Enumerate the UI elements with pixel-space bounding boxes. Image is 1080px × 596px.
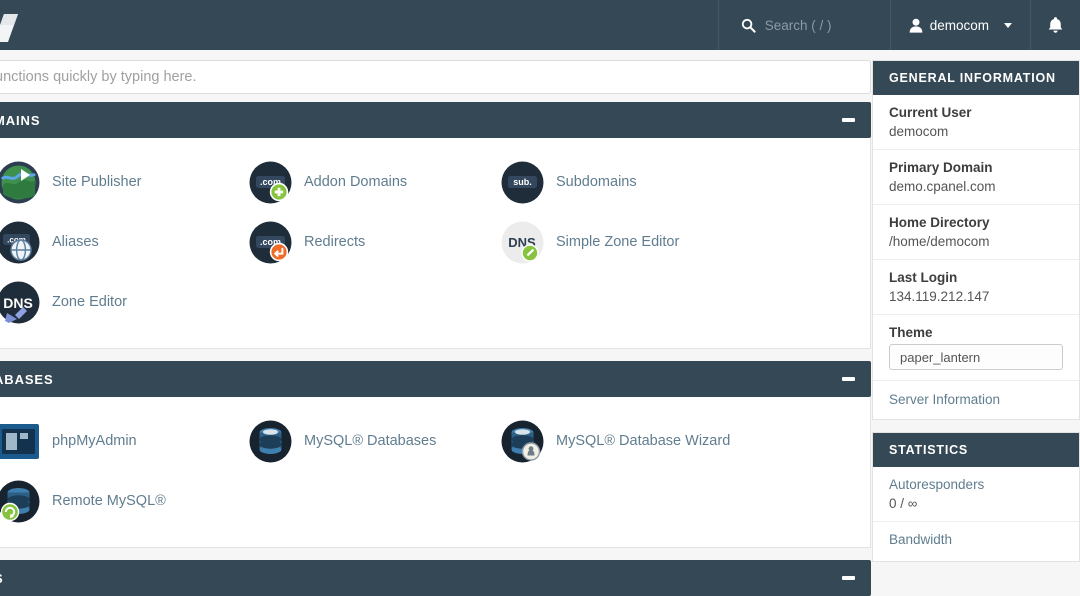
tile-label: MySQL® Database Wizard xyxy=(556,433,731,449)
info-value: demo.cpanel.com xyxy=(889,179,996,194)
section-databases: ABASES phpMyAdmin xyxy=(0,361,872,548)
section-header-databases[interactable]: ABASES xyxy=(0,361,871,397)
section-header-files[interactable]: S xyxy=(0,560,871,596)
info-label: Current User xyxy=(889,105,972,120)
user-icon xyxy=(909,18,923,33)
tile-mysql-databases[interactable]: MySQL® Databases xyxy=(231,411,483,471)
svg-text:DNS: DNS xyxy=(3,295,33,311)
remote-mysql-icon xyxy=(0,480,40,523)
info-row-theme: Theme paper_lantern xyxy=(873,315,1079,381)
nav-search-placeholder: Search ( / ) xyxy=(764,17,832,33)
search-input[interactable]: functions quickly by typing here. xyxy=(0,60,871,94)
theme-label: Theme xyxy=(889,325,933,340)
mysql-wizard-icon xyxy=(501,420,544,463)
section-header-domains[interactable]: MAINS xyxy=(0,102,871,138)
minus-icon[interactable] xyxy=(842,576,855,580)
bell-icon xyxy=(1047,16,1064,34)
stat-label: Autoresponders xyxy=(889,477,985,492)
info-value: 134.119.212.147 xyxy=(889,289,990,304)
stat-label: Bandwidth xyxy=(889,532,953,547)
tile-addon-domains[interactable]: .com Addon Domains xyxy=(231,152,483,212)
notifications-button[interactable] xyxy=(1030,0,1080,50)
site-publisher-icon xyxy=(0,161,40,204)
theme-select-value: paper_lantern xyxy=(900,349,981,365)
section-title-domains: MAINS xyxy=(0,112,41,128)
panel-general-information: GENERAL INFORMATION Current User democom… xyxy=(872,60,1080,420)
redirects-icon: .com xyxy=(249,221,292,264)
info-row-home-directory: Home Directory /home/democom xyxy=(873,205,1079,260)
tile-aliases[interactable]: .com Aliases xyxy=(0,212,231,272)
panel-title-general-information: GENERAL INFORMATION xyxy=(873,61,1079,95)
info-value: /home/democom xyxy=(889,234,990,249)
user-menu-label: democom xyxy=(929,17,989,33)
tile-zone-editor[interactable]: DNS Zone Editor xyxy=(0,272,231,332)
info-label: Primary Domain xyxy=(889,160,993,175)
stat-row-bandwidth[interactable]: Bandwidth xyxy=(873,522,1079,561)
section-title-databases: ABASES xyxy=(0,371,54,387)
tile-label: Redirects xyxy=(304,234,366,250)
tile-label: Site Publisher xyxy=(52,174,142,190)
top-navigation-bar: Search ( / ) democom xyxy=(0,0,1080,50)
server-information-row: Server Information xyxy=(873,381,1079,419)
tile-simple-zone-editor[interactable]: DNS Simple Zone Editor xyxy=(483,212,735,272)
section-title-files: S xyxy=(0,571,4,586)
subdomains-icon: sub. xyxy=(501,161,544,204)
main-content: functions quickly by typing here. MAINS xyxy=(0,50,872,596)
cpanel-logo[interactable] xyxy=(0,0,30,50)
search-input-placeholder: functions quickly by typing here. xyxy=(0,69,197,85)
tile-label: phpMyAdmin xyxy=(52,433,137,449)
info-label: Home Directory xyxy=(889,215,990,230)
tile-label: Simple Zone Editor xyxy=(556,234,680,250)
tile-site-publisher[interactable]: Site Publisher xyxy=(0,152,231,212)
tile-phpmyadmin[interactable]: phpMyAdmin xyxy=(0,411,231,471)
minus-icon[interactable] xyxy=(842,377,855,381)
section-files: S xyxy=(0,560,872,596)
tile-subdomains[interactable]: sub. Subdomains xyxy=(483,152,735,212)
zone-editor-icon: DNS xyxy=(0,281,40,324)
stat-value: 0 / ∞ xyxy=(889,496,918,511)
section-body-domains: Site Publisher .com Addon Domains sub. S… xyxy=(0,138,871,349)
section-domains: MAINS Site Publisher xyxy=(0,102,872,349)
info-row-last-login: Last Login 134.119.212.147 xyxy=(873,260,1079,315)
cpanel-dashboard: Search ( / ) democom functions quickly b… xyxy=(0,0,1080,596)
user-menu[interactable]: democom xyxy=(889,0,1030,50)
chevron-down-icon xyxy=(1004,22,1012,28)
addon-domains-icon: .com xyxy=(249,161,292,204)
search-bar-region: functions quickly by typing here. xyxy=(0,50,872,102)
phpmyadmin-icon xyxy=(0,420,40,463)
panel-statistics: STATISTICS Autoresponders 0 / ∞ Bandwidt… xyxy=(872,432,1080,562)
tile-label: Zone Editor xyxy=(52,294,127,310)
mysql-databases-icon xyxy=(249,420,292,463)
tile-label: Subdomains xyxy=(556,174,637,190)
cpanel-logo-icon xyxy=(0,8,18,42)
sidebar: GENERAL INFORMATION Current User democom… xyxy=(872,50,1080,596)
tile-mysql-database-wizard[interactable]: MySQL® Database Wizard xyxy=(483,411,735,471)
tile-remote-mysql[interactable]: Remote MySQL® xyxy=(0,471,231,531)
stat-row-autoresponders[interactable]: Autoresponders 0 / ∞ xyxy=(873,467,1079,522)
nav-search-button[interactable]: Search ( / ) xyxy=(717,0,890,50)
tile-label: Addon Domains xyxy=(304,174,408,190)
minus-icon[interactable] xyxy=(842,118,855,122)
section-body-databases: phpMyAdmin MySQL® Databases MySQL® Datab… xyxy=(0,397,871,548)
tile-label: MySQL® Databases xyxy=(304,433,437,449)
info-label: Last Login xyxy=(889,270,958,285)
tile-label: Aliases xyxy=(52,234,99,250)
info-row-primary-domain: Primary Domain demo.cpanel.com xyxy=(873,150,1079,205)
server-information-link[interactable]: Server Information xyxy=(889,392,1000,407)
tile-redirects[interactable]: .com Redirects xyxy=(231,212,483,272)
search-icon xyxy=(741,18,756,33)
aliases-icon: .com xyxy=(0,221,40,264)
tile-label: Remote MySQL® xyxy=(52,493,166,509)
simple-zone-editor-icon: DNS xyxy=(501,221,544,264)
info-row-current-user: Current User democom xyxy=(873,95,1079,150)
svg-text:sub.: sub. xyxy=(513,177,532,187)
info-value: democom xyxy=(889,124,949,139)
panel-title-statistics: STATISTICS xyxy=(873,433,1079,467)
theme-select[interactable]: paper_lantern xyxy=(889,344,1063,370)
